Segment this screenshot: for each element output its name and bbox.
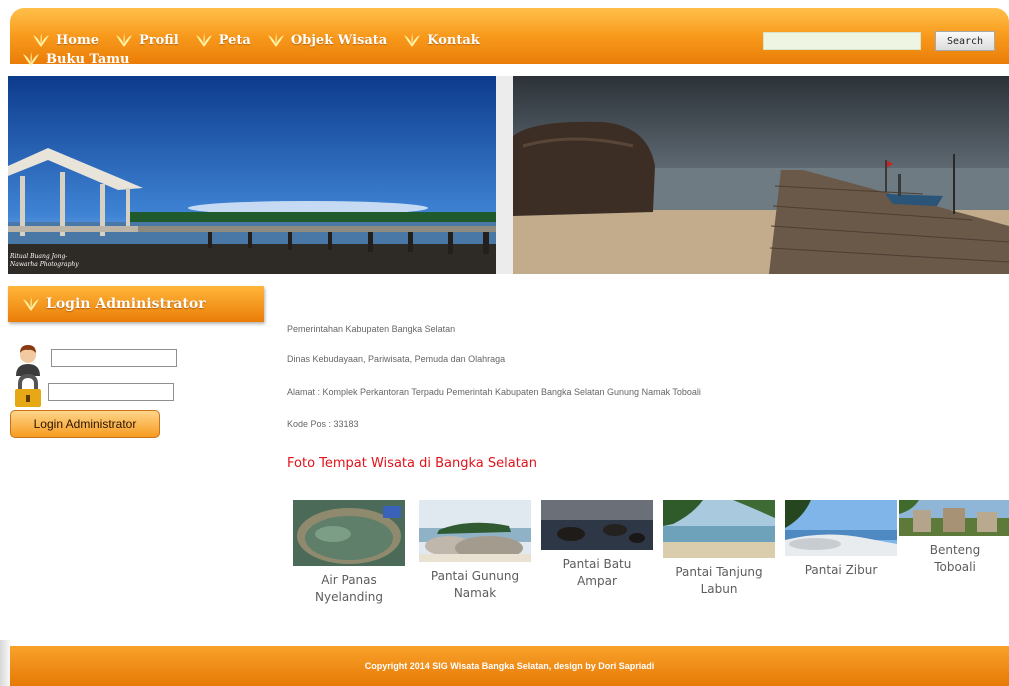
leaf-icon [23,297,39,311]
gallery-item-pantai-gunung-namak[interactable]: Pantai Gunung Namak [416,500,534,602]
banner-photo-pier: Ritual Buang Jong- Nawarha Photography [8,76,496,274]
username-input[interactable] [51,349,177,367]
password-input[interactable] [48,383,174,401]
footer: Copyright 2014 SIG Wisata Bangka Selatan… [10,646,1009,686]
nav-item-profil[interactable]: Profil [115,32,179,48]
nav-label: Home [56,32,99,48]
footer-copyright: Copyright 2014 SIG Wisata Bangka Selatan… [364,661,655,671]
top-navigation-bar: Home Profil Peta Objek Wisata Kontak Sea… [10,8,1009,64]
gallery-caption: Pantai Batu Ampar [562,557,632,588]
nav-label: Buku Tamu [46,51,130,67]
user-icon [16,345,40,376]
leaf-icon [115,33,132,47]
gallery-item-pantai-batu-ampar[interactable]: Pantai Batu Ampar [538,500,656,590]
banner-divider [496,76,513,274]
banner-caption: Ritual Buang Jong- [9,253,67,260]
gallery-item-pantai-tanjung-labun[interactable]: Pantai Tanjung Labun [660,500,778,598]
gallery-thumbnail [785,500,897,556]
leaf-icon [195,33,212,47]
nav-label: Kontak [427,32,480,48]
info-line: Pemerintahan Kabupaten Bangka Selatan [287,324,456,334]
banner-photo-jetty [513,76,1009,274]
login-panel-header: Login Administrator [8,286,264,322]
nav-label: Objek Wisata [290,32,388,48]
banner-caption: Nawarha Photography [9,261,79,268]
main-menu: Home Profil Peta Objek Wisata Kontak [32,32,496,48]
gallery-thumbnail [293,500,405,566]
gallery-heading: Foto Tempat Wisata di Bangka Selatan [287,456,538,471]
search-button[interactable]: Search [935,31,995,51]
gallery-caption: Benteng Toboali [929,543,981,574]
leaf-icon [23,52,39,66]
info-line: Dinas Kebudayaan, Pariwisata, Pemuda dan… [287,354,506,364]
nav-item-objek-wisata[interactable]: Objek Wisata [267,32,387,48]
leaf-icon [33,33,49,47]
search-input[interactable] [763,32,921,50]
header-banner: Ritual Buang Jong- Nawarha Photography [0,76,1009,274]
nav-label: Peta [218,32,251,48]
gallery-caption: Pantai Gunung Namak [430,569,520,600]
nav-item-buku-tamu[interactable]: Buku Tamu [22,48,129,70]
gallery-thumbnail [663,500,775,558]
info-line: Alamat : Komplek Perkantoran Terpadu Pem… [287,387,701,397]
gallery-item-benteng-toboali[interactable]: Benteng Toboali [896,500,1009,576]
gallery-item-air-panas[interactable]: Air Panas Nyelanding [290,500,408,606]
login-title: Login Administrator [46,296,206,312]
login-button[interactable]: Login Administrator [10,410,160,438]
gallery-caption: Air Panas Nyelanding [315,573,383,604]
nav-item-home[interactable]: Home [32,32,99,48]
gallery-thumbnail [541,500,653,550]
gallery-thumbnail [899,500,1009,536]
gallery-thumbnail [419,500,531,562]
nav-item-peta[interactable]: Peta [195,32,251,48]
gallery-item-pantai-zibur[interactable]: Pantai Zibur [782,500,900,579]
gallery-caption: Pantai Tanjung Labun [675,565,763,596]
info-line: Kode Pos : 33183 [287,419,359,429]
leaf-icon [267,33,284,47]
lock-icon [15,374,41,407]
gallery-caption: Pantai Zibur [804,563,878,577]
leaf-icon [404,33,421,47]
nav-item-kontak[interactable]: Kontak [403,32,480,48]
nav-label: Profil [138,32,179,48]
